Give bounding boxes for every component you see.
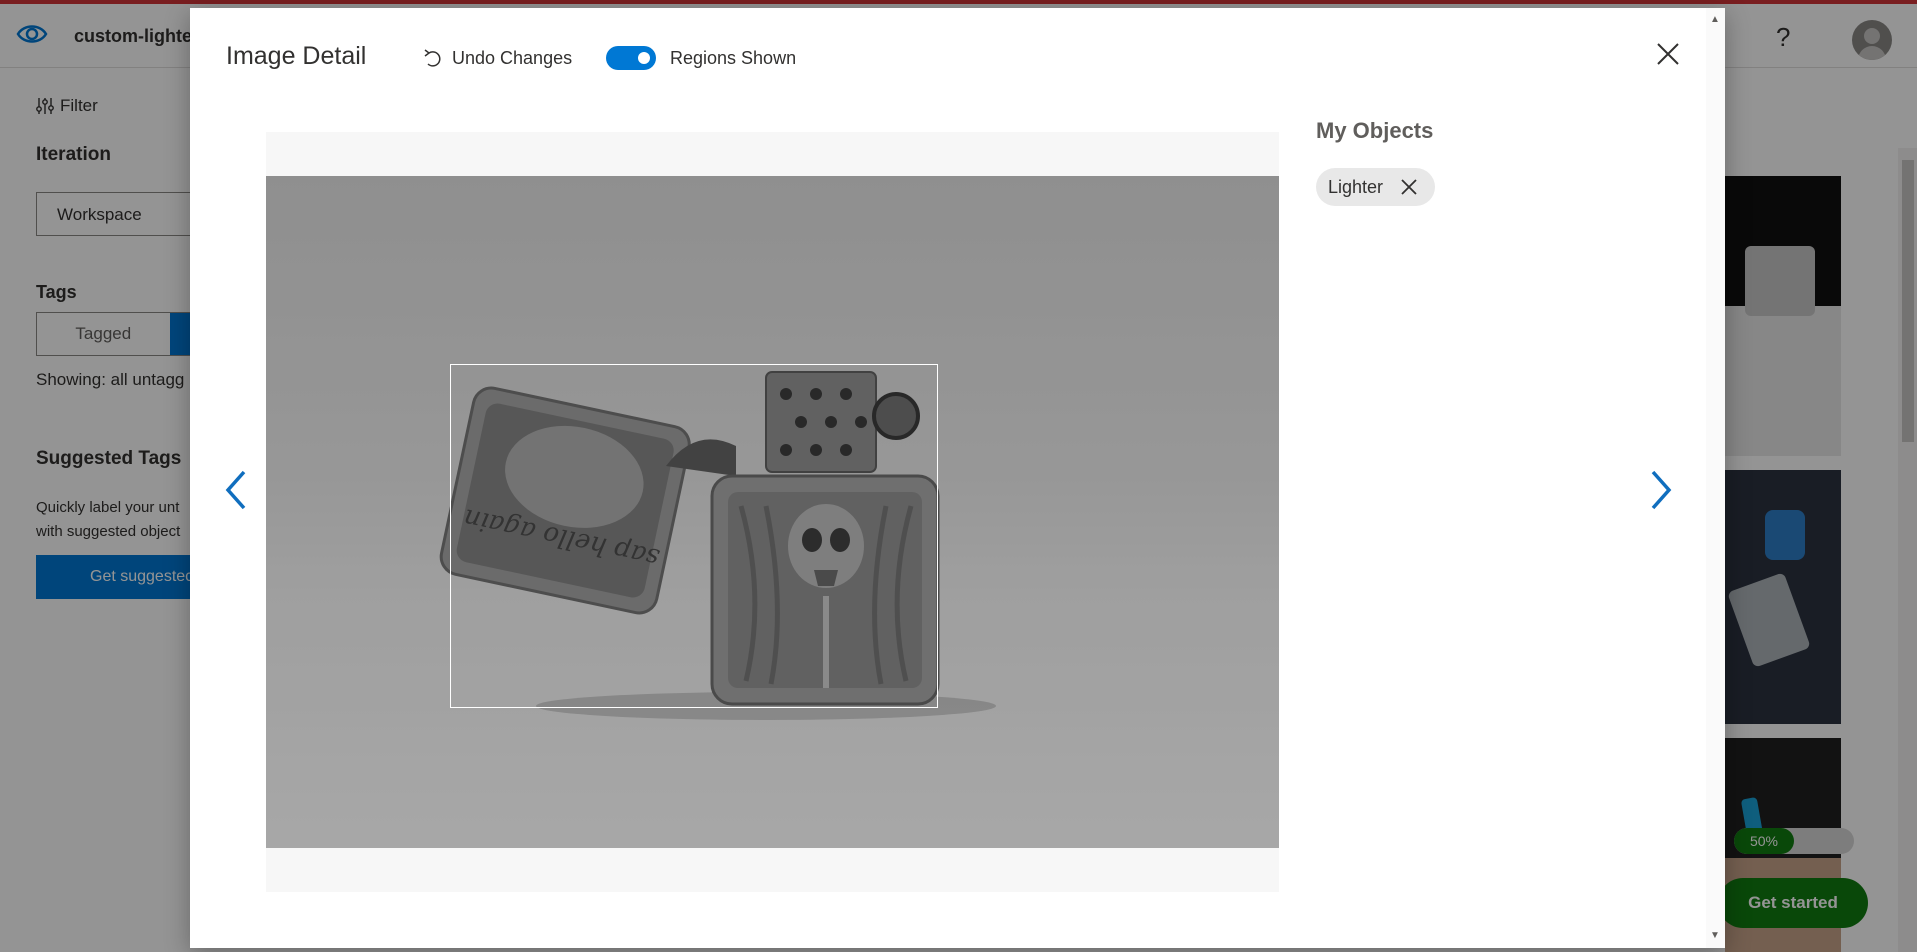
regions-toggle-label: Regions Shown [670, 47, 797, 68]
chevron-left-icon[interactable] [222, 468, 248, 512]
image-detail-modal: Image Detail Undo Changes Regions Shown … [190, 8, 1725, 948]
regions-toggle[interactable] [606, 46, 656, 70]
my-objects-heading: My Objects [1316, 118, 1434, 143]
undo-label: Undo Changes [452, 48, 573, 68]
undo-icon [424, 48, 441, 67]
lighter-photo: sap hello again [266, 176, 1279, 848]
chevron-right-icon[interactable] [1649, 468, 1675, 512]
modal-scrollbar[interactable]: ▲ ▼ [1706, 8, 1725, 948]
toggle-knob [638, 52, 650, 64]
region-box-lighter[interactable] [450, 364, 938, 708]
object-tag-label: Lighter [1328, 176, 1384, 197]
close-icon[interactable] [1654, 40, 1682, 68]
regions-toggle-group: Regions Shown [606, 46, 796, 70]
scroll-up-icon[interactable]: ▲ [1710, 14, 1720, 25]
undo-changes-button[interactable]: Undo Changes [424, 48, 572, 69]
modal-title: Image Detail [226, 42, 367, 70]
object-tag-chip[interactable]: Lighter [1316, 168, 1436, 206]
remove-tag-icon[interactable] [1399, 177, 1419, 197]
scroll-down-icon[interactable]: ▼ [1710, 930, 1720, 941]
